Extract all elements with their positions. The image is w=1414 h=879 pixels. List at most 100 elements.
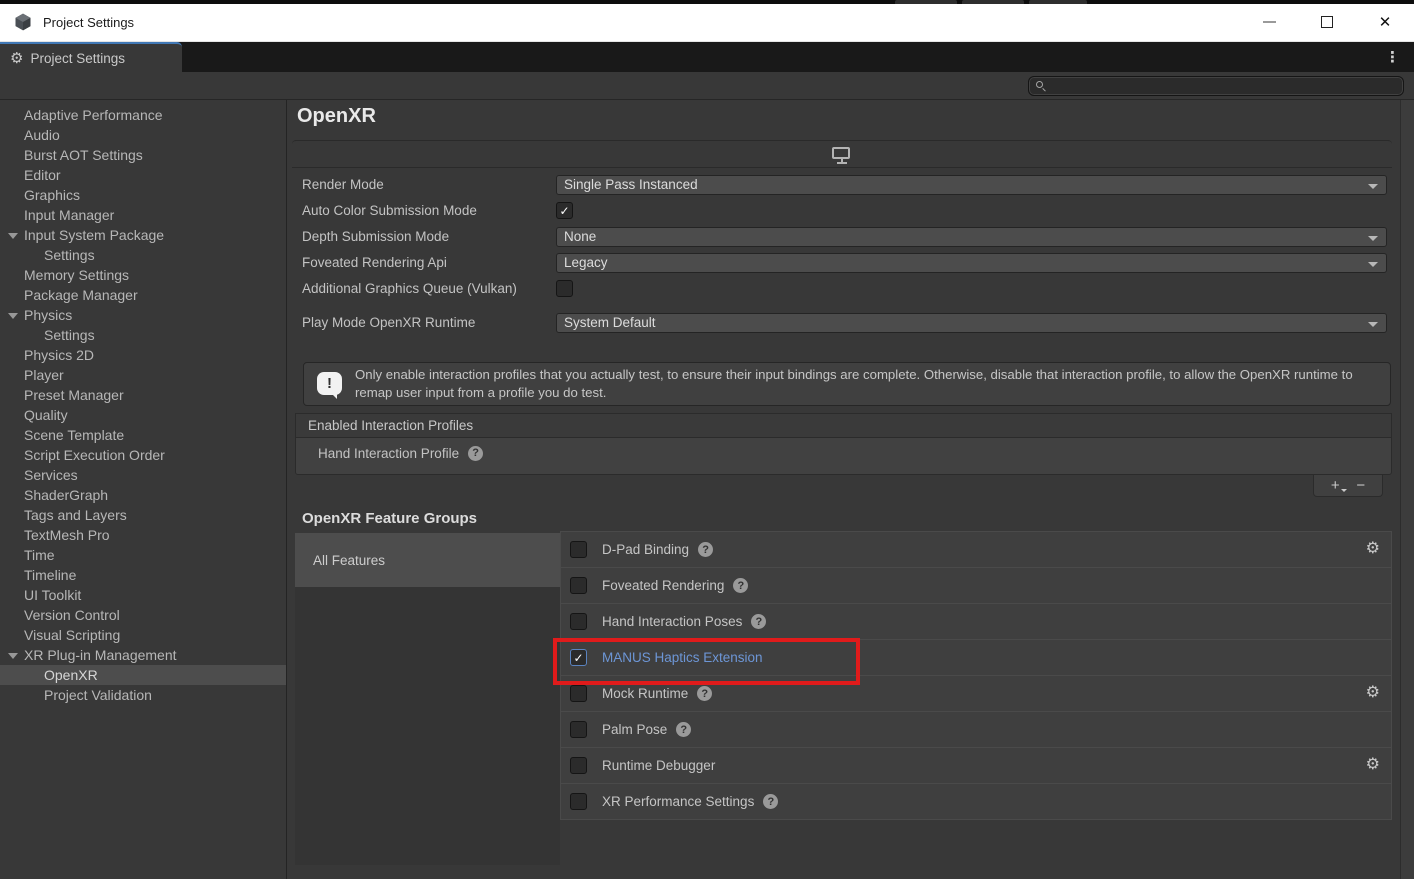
help-icon[interactable]: ? bbox=[698, 542, 713, 557]
sidebar-item-label: Tags and Layers bbox=[24, 507, 127, 523]
help-icon[interactable]: ? bbox=[676, 722, 691, 737]
dropdown-render-mode[interactable]: Single Pass Instanced bbox=[556, 175, 1387, 195]
feature-checkbox[interactable] bbox=[570, 541, 587, 558]
help-icon[interactable]: ? bbox=[751, 614, 766, 629]
feature-row-xr-performance-settings[interactable]: XR Performance Settings? bbox=[561, 784, 1391, 820]
help-icon[interactable]: ? bbox=[763, 794, 778, 809]
scrollbar-track[interactable] bbox=[1400, 100, 1414, 879]
maximize-icon bbox=[1321, 16, 1333, 28]
search-input[interactable] bbox=[1047, 77, 1403, 95]
foldout-triangle-icon[interactable] bbox=[8, 653, 18, 659]
feature-checkbox[interactable] bbox=[570, 721, 587, 738]
feature-row-d-pad-binding[interactable]: D-Pad Binding?⚙ bbox=[561, 532, 1391, 568]
dropdown-play-mode-openxr-runtime[interactable]: System Default bbox=[556, 313, 1387, 333]
maximize-button[interactable] bbox=[1298, 3, 1356, 41]
sidebar-item-xr-plug-in-management[interactable]: XR Plug-in Management bbox=[0, 645, 286, 665]
feature-group-item-all-features[interactable]: All Features bbox=[295, 533, 560, 587]
sidebar-item-burst-aot-settings[interactable]: Burst AOT Settings bbox=[0, 145, 286, 165]
sidebar-item-shadergraph[interactable]: ShaderGraph bbox=[0, 485, 286, 505]
sidebar-item-settings[interactable]: Settings bbox=[0, 245, 286, 265]
sidebar-item-visual-scripting[interactable]: Visual Scripting bbox=[0, 625, 286, 645]
feature-label: Mock Runtime bbox=[602, 686, 688, 701]
feature-row-mock-runtime[interactable]: Mock Runtime? ⚙ bbox=[561, 676, 1391, 712]
dropdown-value: System Default bbox=[564, 315, 656, 330]
sidebar-item-graphics[interactable]: Graphics bbox=[0, 185, 286, 205]
help-icon[interactable]: ? bbox=[468, 446, 483, 461]
settings-rows: Render ModeSingle Pass InstancedAuto Col… bbox=[302, 174, 1387, 338]
feature-checkbox[interactable]: ✓ bbox=[570, 649, 587, 666]
sidebar-item-audio[interactable]: Audio bbox=[0, 125, 286, 145]
page-title: OpenXR bbox=[297, 105, 376, 128]
gear-icon[interactable]: ⚙ bbox=[1366, 685, 1380, 701]
feature-row-manus-haptics-extension[interactable]: ✓MANUS Haptics Extension bbox=[561, 640, 1391, 676]
sidebar-item-label: Settings bbox=[44, 327, 95, 343]
sidebar-item-preset-manager[interactable]: Preset Manager bbox=[0, 385, 286, 405]
setting-label: Depth Submission Mode bbox=[302, 229, 556, 244]
settings-toolbar bbox=[0, 72, 1414, 100]
sidebar-item-version-control[interactable]: Version Control bbox=[0, 605, 286, 625]
sidebar-item-physics-2d[interactable]: Physics 2D bbox=[0, 345, 286, 365]
close-icon: ✕ bbox=[1379, 15, 1392, 30]
sidebar-item-quality[interactable]: Quality bbox=[0, 405, 286, 425]
sidebar-item-label: Services bbox=[24, 467, 78, 483]
feature-checkbox[interactable] bbox=[570, 685, 587, 702]
gear-icon[interactable]: ⚙ bbox=[1366, 757, 1380, 773]
sidebar-item-label: Editor bbox=[24, 167, 61, 183]
checkbox-auto-color-submission-mode[interactable]: ✓ bbox=[556, 202, 573, 219]
feature-checkbox[interactable] bbox=[570, 577, 587, 594]
setting-row: Depth Submission ModeNone bbox=[302, 226, 1387, 247]
sidebar-item-textmesh-pro[interactable]: TextMesh Pro bbox=[0, 525, 286, 545]
gear-icon[interactable]: ⚙ bbox=[1366, 541, 1380, 557]
sidebar-item-openxr[interactable]: OpenXR bbox=[0, 665, 286, 685]
sidebar-item-tags-and-layers[interactable]: Tags and Layers bbox=[0, 505, 286, 525]
sidebar-item-label: Player bbox=[24, 367, 64, 383]
minimize-button[interactable] bbox=[1240, 3, 1298, 41]
sidebar-item-scene-template[interactable]: Scene Template bbox=[0, 425, 286, 445]
sidebar-item-script-execution-order[interactable]: Script Execution Order bbox=[0, 445, 286, 465]
sidebar-item-ui-toolkit[interactable]: UI Toolkit bbox=[0, 585, 286, 605]
tab-project-settings[interactable]: ⚙ Project Settings bbox=[0, 42, 182, 72]
feature-groups-header: OpenXR Feature Groups bbox=[302, 510, 477, 527]
dropdown-foveated-rendering-api[interactable]: Legacy bbox=[556, 253, 1387, 273]
feature-label: Foveated Rendering bbox=[602, 578, 724, 593]
background-window-tab bbox=[1029, 0, 1087, 4]
chevron-down-icon bbox=[1368, 262, 1378, 267]
sidebar-item-memory-settings[interactable]: Memory Settings bbox=[0, 265, 286, 285]
checkbox-additional-graphics-queue-vulkan-[interactable] bbox=[556, 280, 573, 297]
foldout-triangle-icon[interactable] bbox=[8, 233, 18, 239]
sidebar-item-package-manager[interactable]: Package Manager bbox=[0, 285, 286, 305]
sidebar-item-physics[interactable]: Physics bbox=[0, 305, 286, 325]
sidebar-item-time[interactable]: Time bbox=[0, 545, 286, 565]
sidebar-item-project-validation[interactable]: Project Validation bbox=[0, 685, 286, 705]
remove-profile-button[interactable]: − bbox=[1356, 478, 1365, 493]
standalone-platform-icon[interactable] bbox=[832, 147, 852, 164]
sidebar-item-services[interactable]: Services bbox=[0, 465, 286, 485]
sidebar-item-input-manager[interactable]: Input Manager bbox=[0, 205, 286, 225]
sidebar-item-input-system-package[interactable]: Input System Package bbox=[0, 225, 286, 245]
feature-checkbox[interactable] bbox=[570, 757, 587, 774]
sidebar-item-adaptive-performance[interactable]: Adaptive Performance bbox=[0, 105, 286, 125]
kebab-menu-icon[interactable]: ⋮ bbox=[1385, 50, 1400, 65]
sidebar-item-settings[interactable]: Settings bbox=[0, 325, 286, 345]
interaction-profile-row[interactable]: Hand Interaction Profile? bbox=[296, 438, 1391, 468]
sidebar-item-editor[interactable]: Editor bbox=[0, 165, 286, 185]
feature-row-palm-pose[interactable]: Palm Pose? bbox=[561, 712, 1391, 748]
sidebar-item-player[interactable]: Player bbox=[0, 365, 286, 385]
close-button[interactable]: ✕ bbox=[1356, 3, 1414, 41]
sidebar-item-label: Preset Manager bbox=[24, 387, 124, 403]
feature-checkbox[interactable] bbox=[570, 793, 587, 810]
profiles-add-remove-bar: + − bbox=[1313, 475, 1383, 497]
feature-row-hand-interaction-poses[interactable]: Hand Interaction Poses? bbox=[561, 604, 1391, 640]
search-box[interactable] bbox=[1028, 76, 1404, 96]
help-icon[interactable]: ? bbox=[733, 578, 748, 593]
sidebar-item-timeline[interactable]: Timeline bbox=[0, 565, 286, 585]
sidebar-item-label: Scene Template bbox=[24, 427, 124, 443]
feature-row-foveated-rendering[interactable]: Foveated Rendering? bbox=[561, 568, 1391, 604]
sidebar-item-label: Project Validation bbox=[44, 687, 152, 703]
feature-row-runtime-debugger[interactable]: Runtime Debugger⚙ bbox=[561, 748, 1391, 784]
help-icon[interactable]: ? bbox=[697, 686, 712, 701]
dropdown-depth-submission-mode[interactable]: None bbox=[556, 227, 1387, 247]
foldout-triangle-icon[interactable] bbox=[8, 313, 18, 319]
add-profile-button[interactable]: + bbox=[1331, 478, 1340, 493]
feature-checkbox[interactable] bbox=[570, 613, 587, 630]
